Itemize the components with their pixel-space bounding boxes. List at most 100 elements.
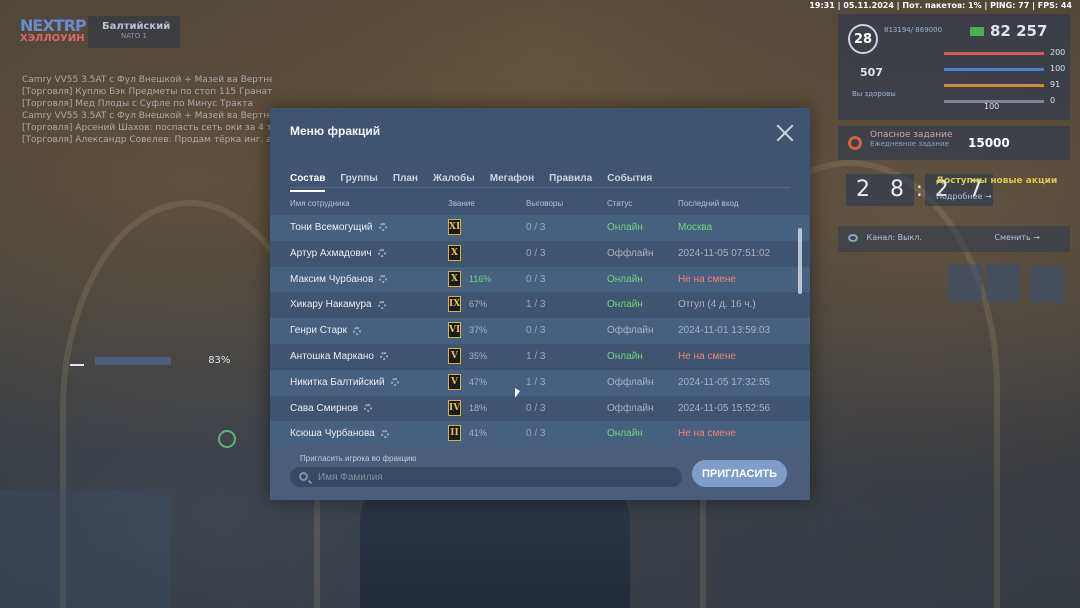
rank-progress: 41% xyxy=(469,428,488,439)
stat-bar xyxy=(944,52,1044,55)
logo-subtext: ХЭЛЛОУИН xyxy=(20,33,85,44)
rank-badge-icon: IV xyxy=(448,399,461,416)
table-row[interactable]: Максим Чурбанов X 116% 0 / 3 Онлайн Не на сме… xyxy=(270,266,810,293)
member-status: Онлайн xyxy=(607,428,643,440)
gear-icon[interactable] xyxy=(352,326,361,335)
close-icon[interactable] xyxy=(776,124,794,142)
gear-icon[interactable] xyxy=(364,403,373,412)
gear-icon[interactable] xyxy=(380,429,389,438)
member-name: Максим Чурбанов xyxy=(290,274,388,285)
header-rank: Звание xyxy=(448,199,475,208)
gear-icon[interactable] xyxy=(378,223,387,232)
member-name-text: Генри Старк xyxy=(290,325,347,337)
member-name: Никитка Балтийский xyxy=(290,377,399,388)
tab-1[interactable]: Группы xyxy=(340,173,377,190)
gear-icon[interactable] xyxy=(379,274,388,283)
header-status: Статус xyxy=(607,199,633,208)
table-row[interactable]: Артур Ахмадович X 0 / 3 Оффлайн 2024-11-05 0… xyxy=(270,240,810,267)
gear-icon[interactable] xyxy=(377,300,386,309)
faction-tabs: Состав Группы План Жалобы Мегафон Правила Собы… xyxy=(290,166,790,192)
task-reward: 15000 xyxy=(968,136,1010,150)
notification-bell-icon[interactable] xyxy=(1030,266,1064,302)
gear-icon[interactable] xyxy=(379,352,388,361)
chat-message: Camry VV55 3.5AT с Фул Внешкой + Мазей в… xyxy=(22,111,272,121)
member-rank: II 41% xyxy=(448,425,488,442)
activity-progress: 83% xyxy=(70,350,230,369)
member-last-login: Не на смене xyxy=(678,273,736,285)
tab-6[interactable]: События xyxy=(607,173,652,190)
invite-section: Пригласить игрока во фракцию ПРИГЛАСИТЬ xyxy=(270,445,810,500)
tab-2[interactable]: План xyxy=(393,173,418,190)
invite-button[interactable]: ПРИГЛАСИТЬ xyxy=(692,460,787,487)
radio-channel[interactable]: Канал: Выкл. Сменить → xyxy=(838,226,1070,252)
tab-4[interactable]: Мегафон xyxy=(490,173,534,190)
member-last-login: 2024-11-05 17:32:55 xyxy=(678,376,771,388)
table-row[interactable]: Ксюша Чурбанова II 41% 0 / 3 Онлайн Не на сме… xyxy=(270,421,810,445)
target-icon xyxy=(848,136,862,150)
player-xp: 813194/ 869000 xyxy=(884,26,943,34)
modal-title: Меню фракций xyxy=(290,124,381,138)
member-name-text: Хикару Накамура xyxy=(290,299,372,311)
member-last-login: Москва xyxy=(678,222,713,233)
chat-message: [Торговля] Арсений Шахов: поспасть сеть … xyxy=(22,123,272,133)
rank-badge-icon: V xyxy=(448,347,461,364)
gear-icon[interactable] xyxy=(390,378,399,387)
member-warnings: 1 / 3 xyxy=(526,350,546,362)
server-name: Балтийский xyxy=(102,21,171,32)
shield-icon xyxy=(218,430,236,448)
member-status: Оффлайн xyxy=(607,247,654,259)
server-badge: Балтийский NATO 1 xyxy=(88,16,180,48)
member-warnings: 0 / 3 xyxy=(526,402,546,414)
stat-value: 100 xyxy=(1050,64,1066,73)
daily-task-panel[interactable]: Опасное задание Ежедневное задание 15000 xyxy=(838,126,1070,160)
faction-menu-modal: Меню фракций Состав Группы План Жалобы Мегаф… xyxy=(270,108,810,500)
member-rank: IX 67% xyxy=(448,296,487,313)
table-row[interactable]: Генри Старк VI 37% 0 / 3 Оффлайн 2024-11-01 1… xyxy=(270,318,810,344)
promo-link[interactable]: Подробнее → xyxy=(936,192,1057,201)
member-name: Ксюша Чурбанова xyxy=(290,428,389,439)
header-warnings: Выговоры xyxy=(526,199,564,208)
table-row[interactable]: Антошка Маркано V 35% 1 / 3 Онлайн Не на смен… xyxy=(270,343,810,370)
channel-switch[interactable]: Сменить → xyxy=(994,233,1040,242)
member-rank: V 47% xyxy=(448,373,488,390)
tab-3[interactable]: Жалобы xyxy=(433,173,475,190)
channel-label: Канал: Выкл. xyxy=(866,233,922,242)
calendar-icon[interactable] xyxy=(948,264,982,302)
invite-name-input[interactable] xyxy=(290,467,682,487)
members-scrollbar[interactable] xyxy=(798,228,802,294)
timer-colon: : xyxy=(916,177,923,201)
gear-icon[interactable] xyxy=(377,249,386,258)
member-name: Хикару Накамура xyxy=(290,299,386,310)
table-row[interactable]: Тони Всемогущий XI 0 / 3 Онлайн Москва xyxy=(270,215,810,241)
member-status: Онлайн xyxy=(607,222,643,233)
rank-badge-icon: V xyxy=(448,373,461,390)
header-last-login: Последний вход xyxy=(678,199,739,208)
member-warnings: 0 / 3 xyxy=(526,428,546,440)
table-row[interactable]: Хикару Накамура IX 67% 1 / 3 Онлайн Отгул (4 … xyxy=(270,292,810,319)
rank-progress: 47% xyxy=(469,376,488,387)
money-display: 82 257 xyxy=(970,22,1047,40)
member-rank: X xyxy=(448,244,469,261)
hotkey-f9-button[interactable] xyxy=(986,264,1020,302)
chat-message: [Торговля] Александр Совелев: Продам тёр… xyxy=(22,135,272,145)
wanted-value: 507 xyxy=(860,66,883,79)
member-name-text: Ксюша Чурбанова xyxy=(290,428,375,440)
table-row[interactable]: Сава Смирнов IV 18% 0 / 3 Оффлайн 2024-11-05 … xyxy=(270,395,810,422)
chat-message: [Торговля] Куплю Бэк Предметы по стоп 11… xyxy=(22,87,272,97)
member-last-login: Не на смене xyxy=(678,428,736,440)
promo-block[interactable]: Доступны новые акции Подробнее → xyxy=(936,176,1057,201)
member-name: Антошка Маркано xyxy=(290,351,388,362)
table-header: Имя сотрудника Звание Выговоры Статус По… xyxy=(290,199,790,213)
member-status: Онлайн xyxy=(607,299,643,311)
rank-progress: 116% xyxy=(469,273,492,284)
tab-5[interactable]: Правила xyxy=(549,173,592,190)
stat-value: 91 xyxy=(1050,80,1061,89)
member-name: Артур Ахмадович xyxy=(290,248,386,259)
table-row[interactable]: Никитка Балтийский V 47% 1 / 3 Оффлайн 2024-1… xyxy=(270,369,810,396)
rank-badge-icon: X xyxy=(448,270,461,287)
member-name-text: Артур Ахмадович xyxy=(290,247,372,259)
invite-label: Пригласить игрока во фракцию xyxy=(300,454,417,463)
tab-0[interactable]: Состав xyxy=(290,173,326,192)
member-rank: IV 18% xyxy=(448,399,487,416)
member-last-login: 2024-11-01 13:59:03 xyxy=(678,325,771,337)
